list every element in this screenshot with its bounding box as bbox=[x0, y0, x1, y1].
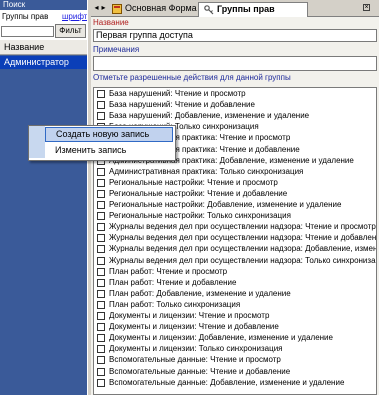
name-label: Название bbox=[93, 18, 129, 27]
access-group-form: Название Первая группа доступа Примечани… bbox=[91, 17, 379, 395]
permission-label: Журналы ведения дел при осуществлении на… bbox=[109, 244, 377, 254]
permission-label: Региональные настройки: Чтение и просмот… bbox=[109, 177, 278, 187]
permission-label: База нарушений: Чтение и добавление bbox=[109, 100, 255, 110]
permission-label: План работ: Добавление, изменение и удал… bbox=[109, 288, 291, 298]
tab-scroll-left-icon[interactable]: ◂ bbox=[93, 3, 100, 13]
filter-button[interactable]: Фильт bbox=[55, 24, 86, 38]
tab-main-form[interactable]: Основная Форма bbox=[107, 2, 197, 17]
permission-label: Документы и лицензии: Чтение и просмотр bbox=[109, 311, 270, 320]
permission-checkbox[interactable] bbox=[97, 223, 105, 232]
permission-label: План работ: Чтение и добавление bbox=[109, 277, 237, 287]
main-panel: ◂ ▸ Основная Форма Группы прав доступа ×… bbox=[91, 0, 379, 395]
permission-checkbox[interactable] bbox=[97, 112, 105, 121]
permission-checkbox[interactable] bbox=[97, 367, 105, 376]
tab-bar: ◂ ▸ Основная Форма Группы прав доступа × bbox=[91, 0, 379, 27]
column-header-name[interactable]: Название bbox=[0, 40, 87, 55]
permission-checkbox[interactable] bbox=[97, 289, 105, 298]
groups-label: Группы прав bbox=[2, 12, 49, 21]
permission-label: Вспомогательные данные: Чтение и добавле… bbox=[109, 366, 291, 376]
permission-checkbox[interactable] bbox=[97, 90, 105, 98]
sidebar: Поиск Группы прав шрифт Фильт Название А… bbox=[0, 0, 87, 395]
permission-label: Вспомогательные данные: Добавление, изме… bbox=[109, 377, 345, 387]
permission-label: Региональные настройки: Только синхрониз… bbox=[109, 211, 291, 221]
key-icon bbox=[204, 5, 214, 15]
permission-label: Региональные настройки: Чтение и добавле… bbox=[109, 188, 288, 198]
permission-checkbox[interactable] bbox=[97, 101, 105, 110]
permission-checkbox[interactable] bbox=[97, 234, 105, 243]
notes-field[interactable] bbox=[93, 56, 377, 71]
permission-checkbox[interactable] bbox=[97, 312, 105, 320]
permission-checkbox[interactable] bbox=[97, 178, 105, 187]
permission-label: Журналы ведения дел при осуществлении на… bbox=[109, 233, 377, 243]
search-panel-title: Поиск bbox=[0, 0, 87, 10]
permission-checkbox[interactable] bbox=[97, 267, 105, 276]
permission-label: Документы и лицензии: Чтение и добавлени… bbox=[109, 322, 279, 332]
tab-access-groups[interactable]: Группы прав доступа bbox=[198, 2, 308, 27]
permission-label: База нарушений: Чтение и просмотр bbox=[109, 89, 246, 98]
permission-label: План работ: Только синхронизация bbox=[109, 299, 241, 309]
permission-label: Документы и лицензии: Добавление, измене… bbox=[109, 333, 333, 343]
permission-label: Вспомогательные данные: Чтение и просмот… bbox=[109, 355, 281, 365]
tab-scroll-right-icon[interactable]: ▸ bbox=[100, 3, 107, 13]
permission-label: Журналы ведения дел при осуществлении на… bbox=[109, 255, 377, 265]
close-icon[interactable]: × bbox=[363, 4, 370, 11]
permission-checkbox[interactable] bbox=[97, 256, 105, 265]
permission-checkbox[interactable] bbox=[97, 167, 105, 176]
tab-label: Основная Форма bbox=[125, 3, 197, 13]
name-field[interactable]: Первая группа доступа bbox=[93, 29, 377, 42]
permission-label: Журналы ведения дел при осуществлении на… bbox=[109, 222, 376, 232]
permission-checkbox[interactable] bbox=[97, 189, 105, 198]
font-link[interactable]: шрифт bbox=[62, 12, 87, 21]
permission-checkbox[interactable] bbox=[97, 356, 105, 365]
permission-checkbox[interactable] bbox=[97, 278, 105, 287]
permission-label: Региональные настройки: Добавление, изме… bbox=[109, 200, 342, 209]
permission-checkbox[interactable] bbox=[97, 334, 105, 343]
context-menu-icon-strip bbox=[29, 126, 45, 158]
permission-checkbox[interactable] bbox=[97, 378, 105, 387]
list-empty-area bbox=[0, 69, 87, 395]
permission-label: Административная практика: Только синхро… bbox=[109, 166, 304, 176]
search-input[interactable] bbox=[1, 26, 54, 37]
permission-checkbox[interactable] bbox=[97, 345, 105, 354]
permission-label: База нарушений: Добавление, изменение и … bbox=[109, 111, 310, 121]
context-menu: Создать новую запись Изменить запись bbox=[28, 125, 176, 161]
list-item-selected[interactable]: Администратор bbox=[0, 56, 87, 69]
permission-label: План работ: Чтение и просмотр bbox=[109, 266, 228, 276]
permission-checkbox[interactable] bbox=[97, 212, 105, 221]
permission-checkbox[interactable] bbox=[97, 323, 105, 332]
form-icon bbox=[112, 4, 122, 14]
create-record-menu-item[interactable]: Создать новую запись bbox=[45, 127, 173, 142]
permissions-label: Отметьте разрешенные действия для данной… bbox=[93, 73, 291, 82]
permission-checkbox[interactable] bbox=[97, 300, 105, 309]
notes-label: Примечания bbox=[93, 45, 140, 54]
permission-checkbox[interactable] bbox=[97, 201, 105, 209]
edit-record-menu-item[interactable]: Изменить запись bbox=[45, 143, 173, 158]
search-panel: Группы прав шрифт Фильт bbox=[0, 10, 87, 40]
permission-checkbox[interactable] bbox=[97, 245, 105, 254]
permission-label: Документы и лицензии: Только синхронизац… bbox=[109, 344, 283, 354]
